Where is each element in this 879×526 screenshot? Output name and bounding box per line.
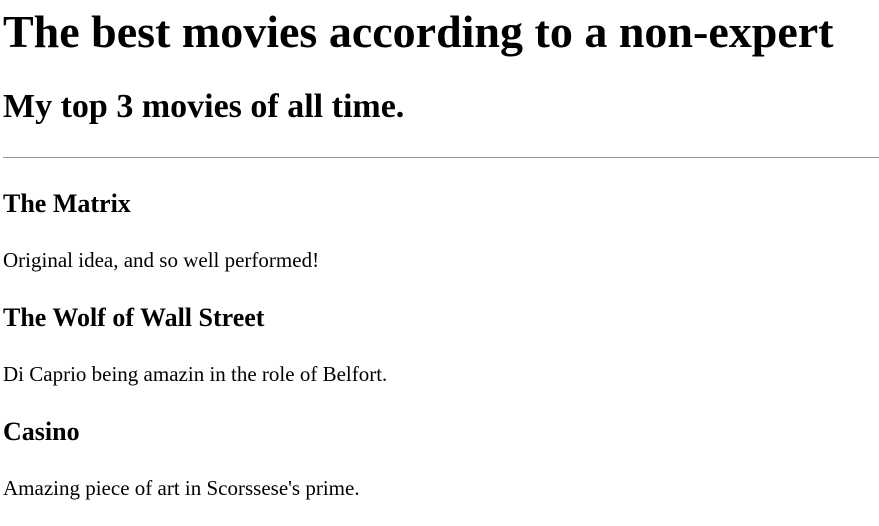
movie-list: The Matrix Original idea, and so well pe…: [3, 189, 879, 501]
page-title: The best movies according to a non-exper…: [3, 6, 834, 57]
page-subtitle: My top 3 movies of all time.: [3, 88, 405, 125]
movie-title: Casino: [3, 417, 80, 446]
movie-description: Amazing piece of art in Scorssese's prim…: [3, 476, 360, 500]
movie-item: The Matrix Original idea, and so well pe…: [3, 189, 879, 273]
movie-title: The Matrix: [3, 189, 131, 218]
movie-title: The Wolf of Wall Street: [3, 303, 265, 332]
movie-description: Di Caprio being amazin in the role of Be…: [3, 362, 388, 386]
movie-item: The Wolf of Wall Street Di Caprio being …: [3, 303, 879, 387]
movie-description: Original idea, and so well performed!: [3, 248, 320, 272]
movie-item: Casino Amazing piece of art in Scorssese…: [3, 417, 879, 501]
divider: [3, 157, 879, 158]
